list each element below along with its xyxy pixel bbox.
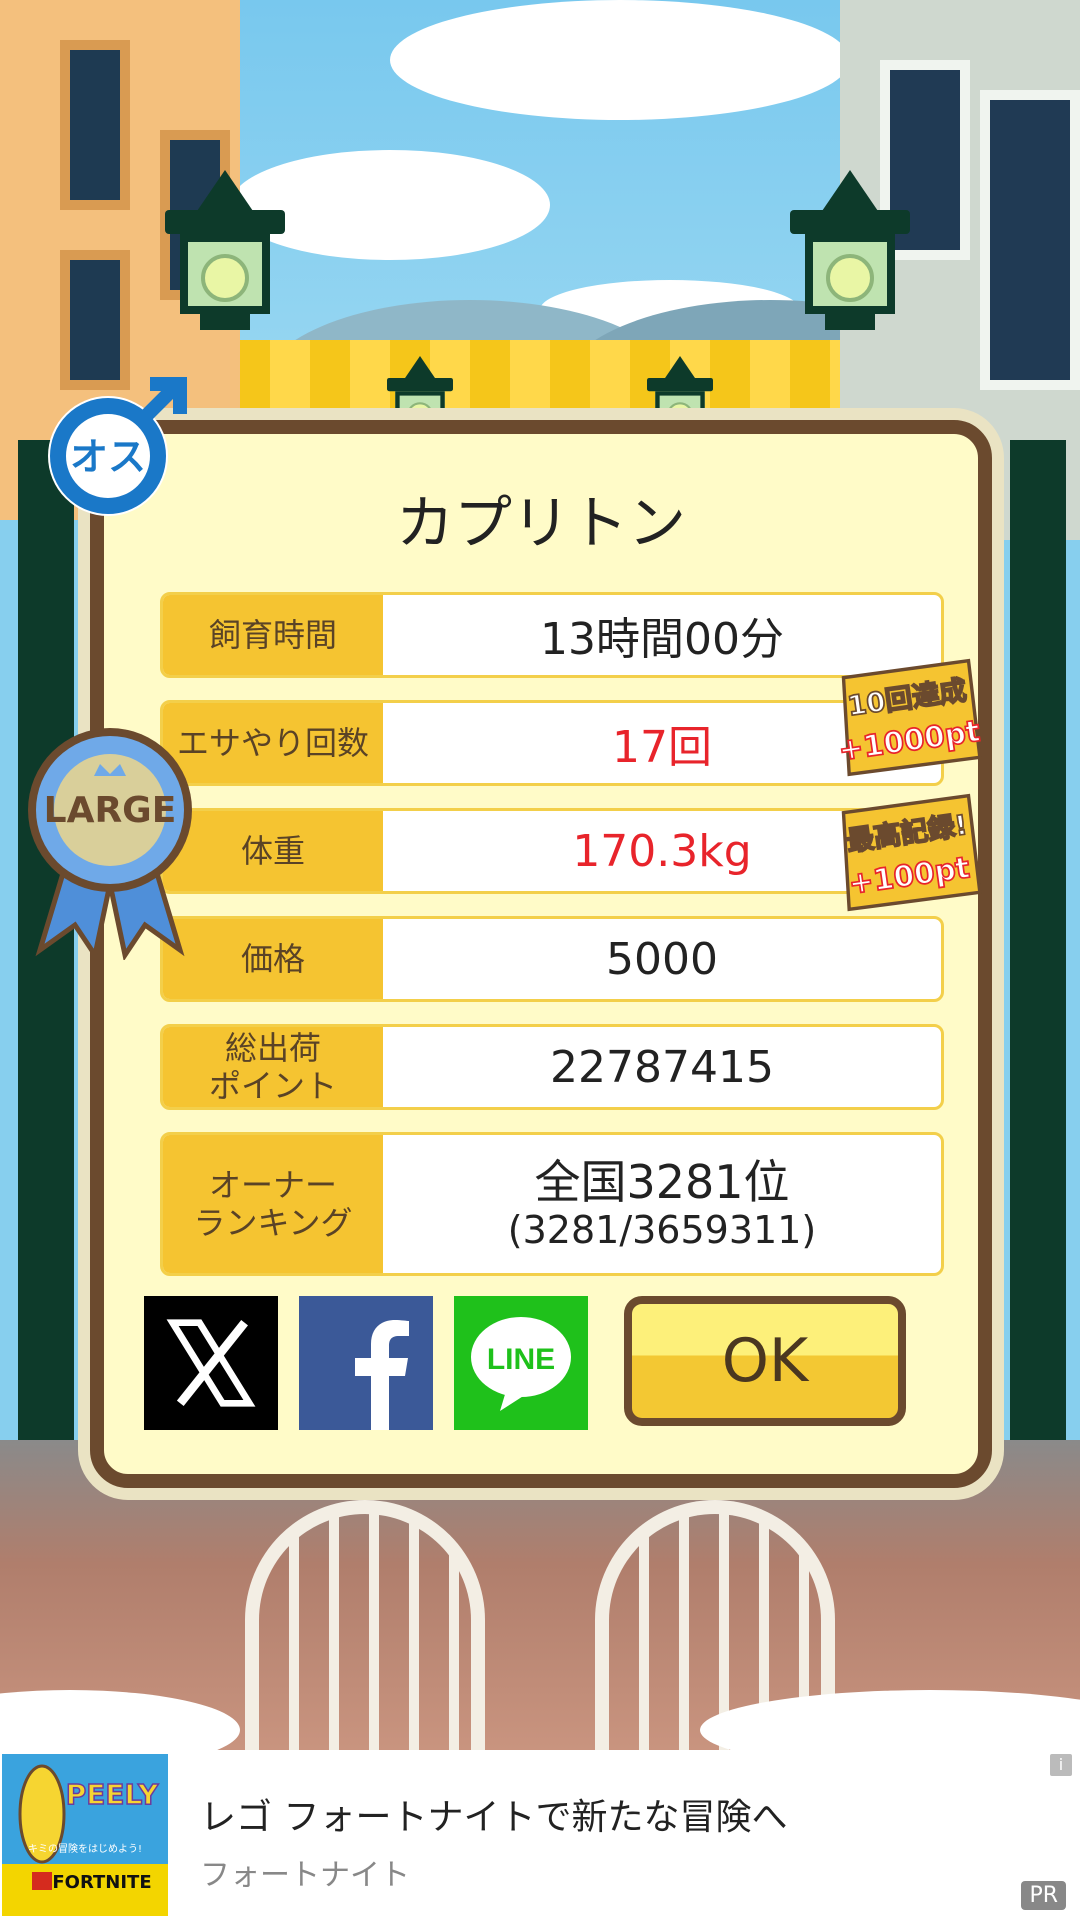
ad-info-icon[interactable]: i — [1050, 1754, 1072, 1776]
gender-label: オス — [70, 435, 146, 479]
size-badge-label: LARGE — [44, 790, 177, 831]
ad-image-tagline: キミの冒険をはじめよう! — [28, 1843, 142, 1855]
ranking-rank: 全国3281位 — [534, 1154, 790, 1209]
chair — [245, 1500, 485, 1750]
ad-banner[interactable]: PEELY キミの冒険をはじめよう! FORTNITE レゴ フォートナイトで新… — [0, 1750, 1080, 1920]
pet-name: カプリトン — [395, 489, 686, 557]
street-lamp — [165, 170, 285, 330]
ranking-detail: (3281/3659311) — [507, 1207, 817, 1252]
stat-row-price: 価格 5000 — [160, 916, 944, 1002]
share-x-button[interactable] — [144, 1296, 278, 1430]
street-lamp — [790, 170, 910, 330]
shrubs — [230, 340, 850, 430]
stat-row-owner-ranking: オーナー ランキング 全国3281位 (3281/3659311) — [160, 1132, 944, 1276]
stat-row-total-points: 総出荷 ポイント 22787415 — [160, 1024, 944, 1110]
ad-image-title: PEELY — [66, 1778, 159, 1811]
bonus-badge-feed: 10回達成 +1000pt — [836, 658, 983, 777]
line-label: LINE — [487, 1343, 555, 1376]
ranking-value: 全国3281位 (3281/3659311) — [383, 1135, 941, 1273]
line-logo-icon: LINE — [471, 1317, 571, 1411]
cloud — [390, 0, 850, 120]
share-facebook-button[interactable] — [299, 1296, 433, 1430]
result-dialog: カプリトン 飼育時間 13時間00分 エサやり回数 17回 体重 170.3kg… — [90, 420, 992, 1488]
lamp-pole — [1010, 440, 1066, 1440]
large-ribbon-icon: LARGE — [28, 728, 192, 960]
stat-label: 総出荷 ポイント — [163, 1027, 383, 1107]
bonus-badge-record: 最高記録! +100pt — [841, 793, 982, 912]
stat-label: 飼育時間 — [163, 595, 383, 675]
facebook-logo-icon — [355, 1320, 409, 1430]
pr-badge: PR — [1021, 1881, 1066, 1910]
stat-value: 22787415 — [550, 1041, 774, 1093]
ok-button[interactable]: OK — [624, 1296, 906, 1426]
ad-title[interactable]: レゴ フォートナイトで新たな冒険へ — [200, 1788, 787, 1840]
ad-image[interactable]: PEELY キミの冒険をはじめよう! FORTNITE — [2, 1754, 168, 1916]
x-logo-icon — [166, 1319, 256, 1407]
stat-value: 5000 — [606, 933, 718, 985]
ad-image-brand: FORTNITE — [52, 1872, 151, 1893]
ad-artwork: PEELY キミの冒険をはじめよう! FORTNITE — [2, 1754, 168, 1916]
male-gender-icon: オス — [48, 377, 187, 516]
stat-label: オーナー ランキング — [163, 1135, 383, 1273]
ad-sponsor: フォートナイト — [200, 1858, 410, 1893]
share-line-button[interactable]: LINE — [454, 1296, 588, 1430]
